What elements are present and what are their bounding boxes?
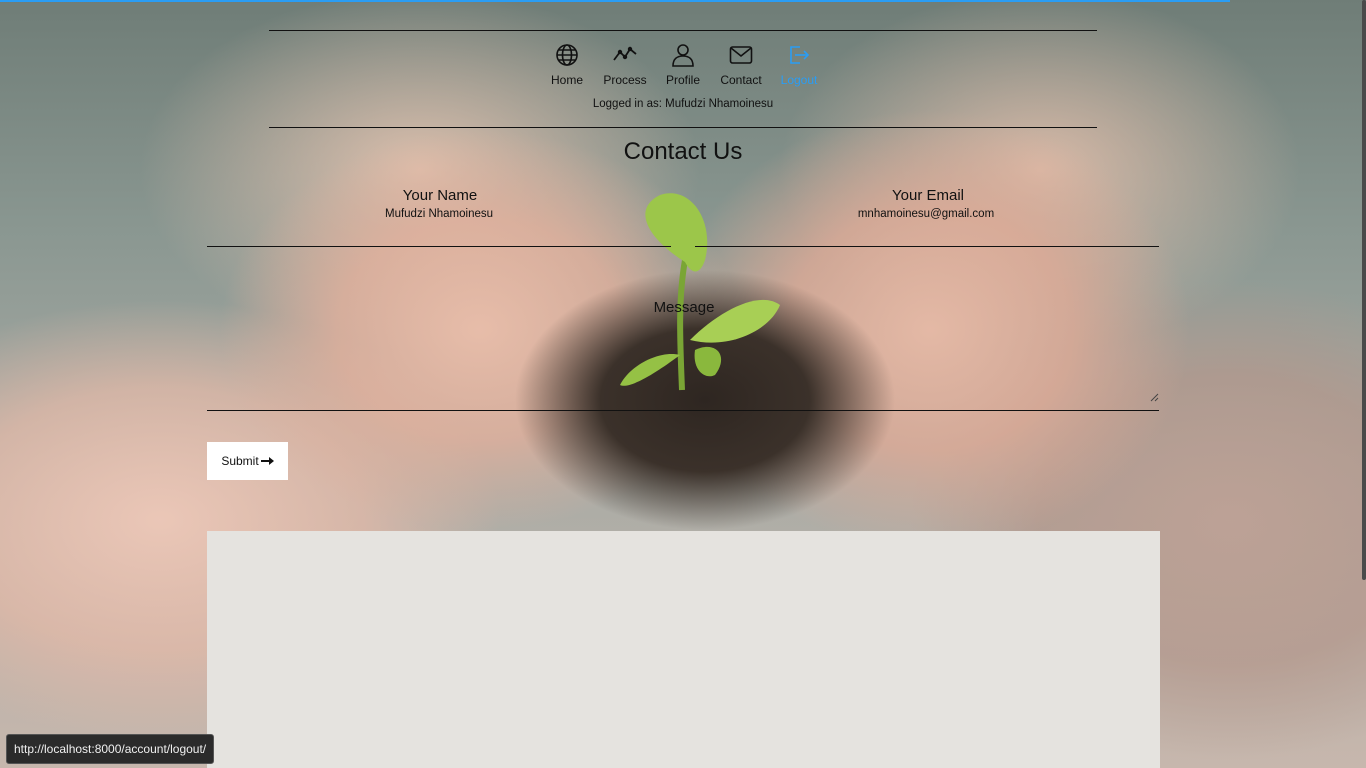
header-top-divider (269, 30, 1097, 31)
header-bottom-divider (269, 127, 1097, 128)
nav-item-label: Process (603, 73, 647, 87)
nav-item-profile[interactable]: Profile (660, 43, 706, 87)
submit-button[interactable]: Submit (207, 442, 288, 480)
nav-item-contact[interactable]: Contact (718, 43, 764, 87)
resize-handle-icon[interactable] (1150, 393, 1159, 402)
email-label: Your Email (892, 187, 964, 204)
main-nav: Home Process Profile Contact Logout (0, 43, 1366, 87)
nav-item-home[interactable]: Home (544, 43, 590, 87)
page-title: Contact Us (623, 138, 743, 165)
name-label: Your Name (402, 187, 478, 204)
envelope-icon (729, 46, 753, 64)
email-field-underline (695, 246, 1159, 247)
page-loading-bar (0, 0, 1230, 2)
arrow-right-icon (260, 457, 274, 465)
email-field[interactable]: mnhamoinesu@gmail.com (695, 208, 1157, 220)
map-panel[interactable] (207, 531, 1160, 768)
submit-label: Submit (221, 454, 259, 468)
page-scrollbar[interactable] (1362, 0, 1366, 580)
name-field[interactable]: Mufudzi Nhamoinesu (207, 208, 671, 220)
trend-line-icon (613, 46, 637, 61)
nav-item-logout[interactable]: Logout (776, 43, 822, 87)
message-textarea[interactable] (207, 300, 1159, 411)
name-field-underline (207, 246, 671, 247)
nav-item-label: Home (550, 73, 583, 87)
person-icon (672, 44, 694, 67)
nav-item-label: Profile (665, 73, 700, 87)
nav-item-process[interactable]: Process (602, 43, 648, 87)
logged-in-status: Logged in as: Mufudzi Nhamoinesu (592, 98, 774, 110)
globe-icon (556, 44, 578, 66)
status-bar-url: http://localhost:8000/account/logout/ (6, 734, 215, 764)
nav-item-label: Contact (720, 73, 762, 87)
nav-item-label: Logout (780, 73, 818, 87)
logout-icon (790, 46, 810, 64)
